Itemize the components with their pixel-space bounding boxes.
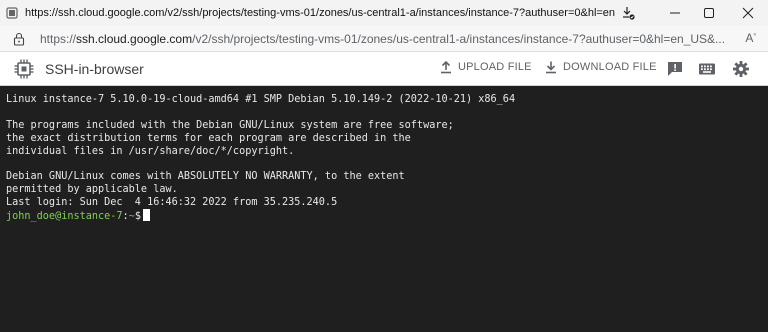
terminal-line: the exact distribution terms for each pr… xyxy=(6,133,411,144)
read-aloud-icon[interactable]: Aⁿ xyxy=(745,31,756,45)
window-title: https://ssh.cloud.google.com/v2/ssh/proj… xyxy=(25,7,615,19)
download-file-label: DOWNLOAD FILE xyxy=(563,61,657,73)
prompt-symbol: $ xyxy=(134,211,141,222)
terminal[interactable]: Linux instance-7 5.10.0-19-cloud-amd64 #… xyxy=(0,86,768,332)
url-scheme: https:// xyxy=(40,31,77,46)
terminal-line: individual files in /usr/share/doc/*/cop… xyxy=(6,146,295,157)
upload-icon xyxy=(441,60,451,74)
upload-file-button[interactable]: UPLOAD FILE xyxy=(440,60,532,74)
chip-icon xyxy=(14,59,34,78)
keyboard-icon[interactable] xyxy=(698,60,716,78)
prompt-user: john_doe@instance-7 xyxy=(6,211,123,222)
ssh-app-bar: SSH-in-browser UPLOAD FILE DOWNLOAD FILE xyxy=(0,52,768,86)
terminal-line: Debian GNU/Linux comes with ABSOLUTELY N… xyxy=(6,171,405,182)
lock-icon[interactable] xyxy=(12,32,26,46)
url-field[interactable]: https://ssh.cloud.google.com/v2/ssh/proj… xyxy=(40,32,730,46)
close-icon[interactable] xyxy=(728,0,768,26)
terminal-line: Last login: Sun Dec 4 16:46:32 2022 from… xyxy=(6,197,338,208)
feedback-icon[interactable] xyxy=(666,60,684,78)
download-icon xyxy=(546,61,556,74)
terminal-line: The programs included with the Debian GN… xyxy=(6,120,454,131)
terminal-cursor xyxy=(142,209,150,221)
favicon xyxy=(6,7,18,19)
address-bar[interactable]: https://ssh.cloud.google.com/v2/ssh/proj… xyxy=(0,26,768,52)
upload-file-label: UPLOAD FILE xyxy=(458,61,532,73)
terminal-prompt[interactable]: john_doe@instance-7:~$ xyxy=(6,209,150,223)
maximize-icon[interactable] xyxy=(689,0,729,26)
downloads-icon[interactable] xyxy=(608,0,648,26)
terminal-line: permitted by applicable law. xyxy=(6,184,178,195)
browser-titlebar: https://ssh.cloud.google.com/v2/ssh/proj… xyxy=(0,0,768,26)
terminal-line: Linux instance-7 5.10.0-19-cloud-amd64 #… xyxy=(6,94,516,105)
url-host: ssh.cloud.google.com xyxy=(76,31,193,46)
download-file-button[interactable]: DOWNLOAD FILE xyxy=(545,60,657,74)
url-path: /v2/ssh/projects/testing-vms-01/zones/us… xyxy=(192,31,726,46)
app-title: SSH-in-browser xyxy=(45,60,144,77)
settings-icon[interactable] xyxy=(732,60,750,78)
